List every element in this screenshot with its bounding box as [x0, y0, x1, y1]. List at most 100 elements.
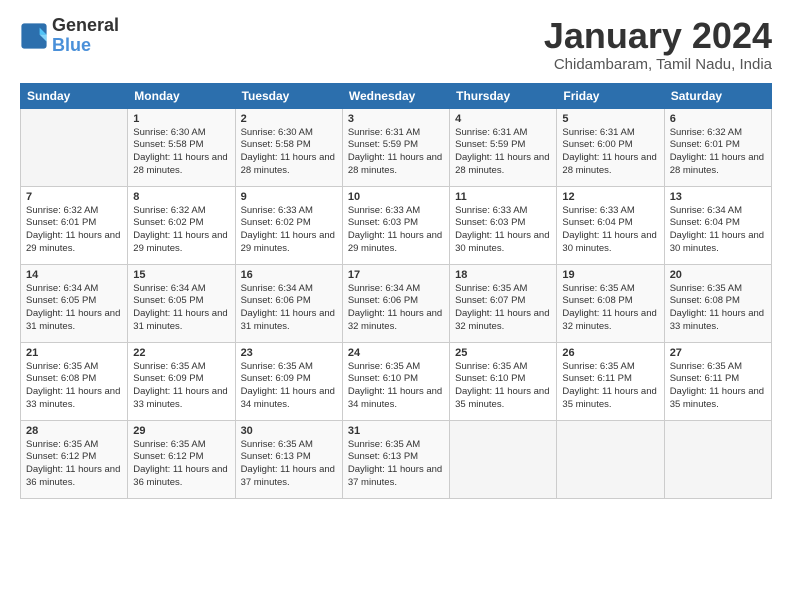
week-row-5: 28 Sunrise: 6:35 AM Sunset: 6:12 PM Dayli… [21, 420, 772, 498]
calendar-cell: 2Sunrise: 6:30 AM Sunset: 5:58 PM Daylig… [235, 108, 342, 186]
day-info: Sunrise: 6:35 AM Sunset: 6:08 PM Dayligh… [670, 283, 766, 334]
day-number: 15 [133, 269, 229, 281]
month-title: January 2024 [544, 16, 772, 56]
day-info: Sunrise: 6:34 AM Sunset: 6:05 PM Dayligh… [26, 283, 122, 334]
calendar-cell: 19Sunrise: 6:35 AM Sunset: 6:08 PM Dayli… [557, 264, 664, 342]
calendar-cell: 25Sunrise: 6:35 AM Sunset: 6:10 PM Dayli… [450, 342, 557, 420]
week-row-4: 21Sunrise: 6:35 AM Sunset: 6:08 PM Dayli… [21, 342, 772, 420]
day-header-saturday: Saturday [664, 83, 771, 108]
calendar-cell: 8Sunrise: 6:32 AM Sunset: 6:02 PM Daylig… [128, 186, 235, 264]
day-number: 21 [26, 347, 122, 359]
day-header-tuesday: Tuesday [235, 83, 342, 108]
calendar-cell: 20Sunrise: 6:35 AM Sunset: 6:08 PM Dayli… [664, 264, 771, 342]
day-info: Sunrise: 6:30 AM Sunset: 5:58 PM Dayligh… [133, 127, 229, 178]
calendar-cell: 24 Sunrise: 6:35 AM Sunset: 6:10 PM Dayli… [342, 342, 449, 420]
title-block: January 2024 Chidambaram, Tamil Nadu, In… [544, 16, 772, 73]
page-container: General Blue January 2024 Chidambaram, T… [0, 0, 792, 511]
calendar-cell: 29 Sunrise: 6:35 AM Sunset: 6:12 PM Dayli… [128, 420, 235, 498]
day-number: 24 [348, 347, 444, 359]
calendar-cell: 1 Sunrise: 6:30 AM Sunset: 5:58 PM Daylig… [128, 108, 235, 186]
logo-line1: General [52, 16, 119, 36]
week-row-3: 14Sunrise: 6:34 AM Sunset: 6:05 PM Dayli… [21, 264, 772, 342]
day-number: 2 [241, 113, 337, 125]
logo-text: General Blue [52, 16, 119, 56]
day-number: 25 [455, 347, 551, 359]
calendar-cell: 27 Sunrise: 6:35 AM Sunset: 6:11 PM Dayli… [664, 342, 771, 420]
day-info: Sunrise: 6:33 AM Sunset: 6:03 PM Dayligh… [455, 205, 551, 256]
calendar-cell: 11 Sunrise: 6:33 AM Sunset: 6:03 PM Dayli… [450, 186, 557, 264]
day-info: Sunrise: 6:33 AM Sunset: 6:02 PM Dayligh… [241, 205, 337, 256]
day-number: 5 [562, 113, 658, 125]
calendar-cell: 30 Sunrise: 6:35 AM Sunset: 6:13 PM Dayli… [235, 420, 342, 498]
calendar-cell: 18 Sunrise: 6:35 AM Sunset: 6:07 PM Dayli… [450, 264, 557, 342]
day-info: Sunrise: 6:35 AM Sunset: 6:13 PM Dayligh… [348, 439, 444, 490]
logo-icon [20, 22, 48, 50]
day-number: 27 [670, 347, 766, 359]
calendar-cell: 5Sunrise: 6:31 AM Sunset: 6:00 PM Daylig… [557, 108, 664, 186]
day-header-monday: Monday [128, 83, 235, 108]
day-number: 29 [133, 425, 229, 437]
calendar-cell: 31 Sunrise: 6:35 AM Sunset: 6:13 PM Dayli… [342, 420, 449, 498]
day-number: 13 [670, 191, 766, 203]
day-number: 22 [133, 347, 229, 359]
day-number: 16 [241, 269, 337, 281]
day-number: 12 [562, 191, 658, 203]
day-info: Sunrise: 6:34 AM Sunset: 6:06 PM Dayligh… [348, 283, 444, 334]
header-row: SundayMondayTuesdayWednesdayThursdayFrid… [21, 83, 772, 108]
logo: General Blue [20, 16, 119, 56]
day-info: Sunrise: 6:35 AM Sunset: 6:09 PM Dayligh… [133, 361, 229, 412]
day-info: Sunrise: 6:35 AM Sunset: 6:11 PM Dayligh… [562, 361, 658, 412]
calendar-cell: 17 Sunrise: 6:34 AM Sunset: 6:06 PM Dayli… [342, 264, 449, 342]
calendar-cell: 16Sunrise: 6:34 AM Sunset: 6:06 PM Dayli… [235, 264, 342, 342]
day-number: 7 [26, 191, 122, 203]
calendar-cell: 15 Sunrise: 6:34 AM Sunset: 6:05 PM Dayli… [128, 264, 235, 342]
week-row-1: 1 Sunrise: 6:30 AM Sunset: 5:58 PM Daylig… [21, 108, 772, 186]
day-info: Sunrise: 6:31 AM Sunset: 5:59 PM Dayligh… [348, 127, 444, 178]
day-info: Sunrise: 6:35 AM Sunset: 6:10 PM Dayligh… [348, 361, 444, 412]
day-number: 23 [241, 347, 337, 359]
day-number: 3 [348, 113, 444, 125]
day-info: Sunrise: 6:33 AM Sunset: 6:04 PM Dayligh… [562, 205, 658, 256]
location: Chidambaram, Tamil Nadu, India [544, 56, 772, 73]
calendar-cell: 9 Sunrise: 6:33 AM Sunset: 6:02 PM Daylig… [235, 186, 342, 264]
day-header-thursday: Thursday [450, 83, 557, 108]
calendar-cell: 3 Sunrise: 6:31 AM Sunset: 5:59 PM Daylig… [342, 108, 449, 186]
day-number: 28 [26, 425, 122, 437]
day-number: 17 [348, 269, 444, 281]
day-info: Sunrise: 6:35 AM Sunset: 6:12 PM Dayligh… [133, 439, 229, 490]
day-info: Sunrise: 6:32 AM Sunset: 6:01 PM Dayligh… [26, 205, 122, 256]
day-number: 10 [348, 191, 444, 203]
day-number: 9 [241, 191, 337, 203]
calendar-cell [21, 108, 128, 186]
day-info: Sunrise: 6:35 AM Sunset: 6:13 PM Dayligh… [241, 439, 337, 490]
day-info: Sunrise: 6:35 AM Sunset: 6:12 PM Dayligh… [26, 439, 122, 490]
day-number: 30 [241, 425, 337, 437]
header: General Blue January 2024 Chidambaram, T… [20, 16, 772, 73]
day-info: Sunrise: 6:34 AM Sunset: 6:05 PM Dayligh… [133, 283, 229, 334]
calendar-cell [557, 420, 664, 498]
day-number: 4 [455, 113, 551, 125]
day-number: 18 [455, 269, 551, 281]
calendar-cell: 21Sunrise: 6:35 AM Sunset: 6:08 PM Dayli… [21, 342, 128, 420]
day-info: Sunrise: 6:35 AM Sunset: 6:08 PM Dayligh… [562, 283, 658, 334]
day-number: 1 [133, 113, 229, 125]
calendar-cell: 14Sunrise: 6:34 AM Sunset: 6:05 PM Dayli… [21, 264, 128, 342]
day-info: Sunrise: 6:32 AM Sunset: 6:02 PM Dayligh… [133, 205, 229, 256]
day-header-wednesday: Wednesday [342, 83, 449, 108]
calendar-cell: 12 Sunrise: 6:33 AM Sunset: 6:04 PM Dayli… [557, 186, 664, 264]
day-info: Sunrise: 6:32 AM Sunset: 6:01 PM Dayligh… [670, 127, 766, 178]
day-info: Sunrise: 6:35 AM Sunset: 6:07 PM Dayligh… [455, 283, 551, 334]
day-info: Sunrise: 6:33 AM Sunset: 6:03 PM Dayligh… [348, 205, 444, 256]
week-row-2: 7 Sunrise: 6:32 AM Sunset: 6:01 PM Daylig… [21, 186, 772, 264]
calendar-cell: 13 Sunrise: 6:34 AM Sunset: 6:04 PM Dayli… [664, 186, 771, 264]
calendar-cell: 4 Sunrise: 6:31 AM Sunset: 5:59 PM Daylig… [450, 108, 557, 186]
day-header-sunday: Sunday [21, 83, 128, 108]
day-number: 31 [348, 425, 444, 437]
day-info: Sunrise: 6:34 AM Sunset: 6:04 PM Dayligh… [670, 205, 766, 256]
day-info: Sunrise: 6:35 AM Sunset: 6:11 PM Dayligh… [670, 361, 766, 412]
calendar-cell: 26 Sunrise: 6:35 AM Sunset: 6:11 PM Dayli… [557, 342, 664, 420]
day-number: 11 [455, 191, 551, 203]
day-info: Sunrise: 6:31 AM Sunset: 5:59 PM Dayligh… [455, 127, 551, 178]
day-number: 26 [562, 347, 658, 359]
calendar-table: SundayMondayTuesdayWednesdayThursdayFrid… [20, 83, 772, 499]
